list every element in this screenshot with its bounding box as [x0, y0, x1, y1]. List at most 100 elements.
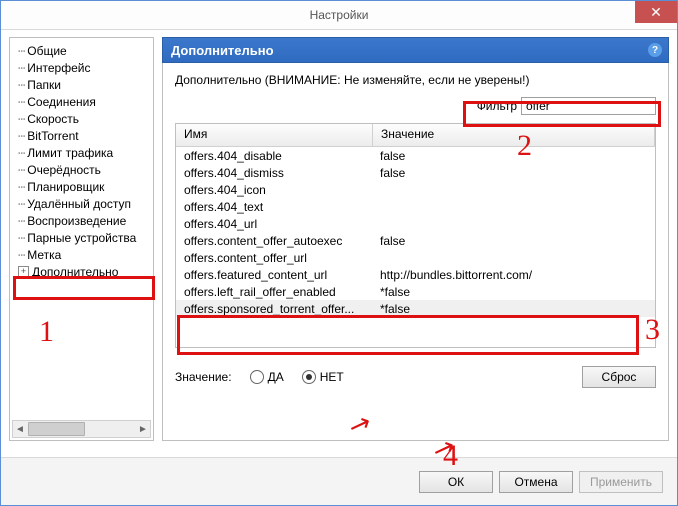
setting-name: offers.content_offer_autoexec	[176, 234, 372, 248]
table-row[interactable]: offers.404_icon	[176, 181, 655, 198]
filter-row: Фильтр	[175, 97, 656, 115]
setting-name: offers.sponsored_torrent_offer...	[176, 302, 372, 316]
value-no-label: НЕТ	[320, 370, 344, 384]
table-row[interactable]: offers.content_offer_url	[176, 249, 655, 266]
tree-connector-icon: ⋯	[18, 180, 25, 194]
tree-item-label: Воспроизведение	[27, 214, 126, 228]
column-value-header[interactable]: Значение	[373, 124, 655, 146]
value-yes-radio[interactable]: ДА	[250, 370, 284, 384]
tree-connector-icon: ⋯	[18, 163, 25, 177]
cancel-button[interactable]: Отмена	[499, 471, 573, 493]
value-no-radio[interactable]: НЕТ	[302, 370, 344, 384]
tree-item-label: Удалённый доступ	[27, 197, 131, 211]
tree-connector-icon: ⋯	[18, 61, 25, 75]
category-tree-panel: ⋯Общие⋯Интерфейс⋯Папки⋯Соединения⋯Скорос…	[9, 37, 154, 441]
tree-item-label: Метка	[27, 248, 61, 262]
tree-connector-icon: ⋯	[18, 248, 25, 262]
tree-item-label: Скорость	[27, 112, 79, 126]
value-editor-row: Значение: ДА НЕТ Сброс	[175, 366, 656, 388]
tree-item[interactable]: ⋯Интерфейс	[14, 59, 153, 76]
tree-connector-icon: ⋯	[18, 231, 25, 245]
value-label: Значение:	[175, 370, 232, 384]
tree-connector-icon: ⋯	[18, 95, 25, 109]
tree-item[interactable]: ⋯Воспроизведение	[14, 212, 153, 229]
table-row[interactable]: offers.sponsored_torrent_offer...*false	[176, 300, 655, 317]
ok-button[interactable]: ОК	[419, 471, 493, 493]
setting-name: offers.left_rail_offer_enabled	[176, 285, 372, 299]
table-row[interactable]: offers.404_disablefalse	[176, 147, 655, 164]
scroll-left-icon[interactable]: ◄	[13, 422, 27, 436]
filter-input[interactable]	[521, 97, 656, 115]
setting-name: offers.404_dismiss	[176, 166, 372, 180]
tree-connector-icon: ⋯	[18, 129, 25, 143]
tree-item-label: BitTorrent	[27, 129, 78, 143]
table-row[interactable]: offers.content_offer_autoexecfalse	[176, 232, 655, 249]
setting-value: *false	[372, 302, 655, 316]
tree-item-label: Очерёдность	[27, 163, 101, 177]
setting-value: false	[372, 166, 655, 180]
tree-item-label: Интерфейс	[27, 61, 90, 75]
scroll-right-icon[interactable]: ►	[136, 422, 150, 436]
setting-name: offers.featured_content_url	[176, 268, 372, 282]
table-row[interactable]: offers.404_dismissfalse	[176, 164, 655, 181]
tree-connector-icon: ⋯	[18, 146, 25, 160]
tree-item[interactable]: ⋯Папки	[14, 76, 153, 93]
tree-item-label: Лимит трафика	[27, 146, 113, 160]
tree-connector-icon: ⋯	[18, 44, 25, 58]
table-row[interactable]: offers.404_text	[176, 198, 655, 215]
setting-value: http://bundles.bittorrent.com/	[372, 268, 655, 282]
table-header: Имя Значение	[176, 124, 655, 147]
setting-name: offers.404_url	[176, 217, 372, 231]
tree-item[interactable]: ⋯Парные устройства	[14, 229, 153, 246]
setting-name: offers.404_icon	[176, 183, 372, 197]
close-icon: ✕	[650, 5, 662, 19]
expand-icon[interactable]: +	[18, 266, 29, 277]
table-row[interactable]: offers.featured_content_urlhttp://bundle…	[176, 266, 655, 283]
reset-button[interactable]: Сброс	[582, 366, 656, 388]
setting-name: offers.content_offer_url	[176, 251, 372, 265]
section-header: Дополнительно ?	[162, 37, 669, 63]
tree-item[interactable]: ⋯BitTorrent	[14, 127, 153, 144]
tree-item-label: Папки	[27, 78, 61, 92]
radio-icon	[302, 370, 316, 384]
titlebar: Настройки ✕	[1, 1, 677, 30]
table-row[interactable]: offers.404_url	[176, 215, 655, 232]
filter-label: Фильтр	[477, 99, 517, 113]
table-body: offers.404_disablefalseoffers.404_dismis…	[176, 147, 655, 317]
tree-item[interactable]: ⋯Удалённый доступ	[14, 195, 153, 212]
tree-item-label: Дополнительно	[32, 265, 118, 279]
column-name-header[interactable]: Имя	[176, 124, 373, 146]
tree-item-advanced[interactable]: +Дополнительно	[14, 263, 153, 280]
help-icon[interactable]: ?	[648, 43, 662, 57]
scroll-thumb[interactable]	[28, 422, 85, 436]
apply-button: Применить	[579, 471, 663, 493]
dialog-button-bar: ОК Отмена Применить	[1, 457, 677, 505]
tree-item-label: Соединения	[27, 95, 96, 109]
tree-item[interactable]: ⋯Очерёдность	[14, 161, 153, 178]
settings-window: Настройки ✕ ⋯Общие⋯Интерфейс⋯Папки⋯Соеди…	[0, 0, 678, 506]
radio-icon	[250, 370, 264, 384]
category-tree: ⋯Общие⋯Интерфейс⋯Папки⋯Соединения⋯Скорос…	[10, 38, 153, 280]
setting-name: offers.404_disable	[176, 149, 372, 163]
content-area: ⋯Общие⋯Интерфейс⋯Папки⋯Соединения⋯Скорос…	[1, 29, 677, 449]
setting-name: offers.404_text	[176, 200, 372, 214]
table-row[interactable]: offers.left_rail_offer_enabled*false	[176, 283, 655, 300]
tree-item-label: Парные устройства	[27, 231, 136, 245]
close-button[interactable]: ✕	[635, 1, 677, 23]
tree-connector-icon: ⋯	[18, 214, 25, 228]
section-title: Дополнительно	[171, 43, 274, 58]
window-title: Настройки	[310, 8, 369, 22]
tree-item[interactable]: ⋯Метка	[14, 246, 153, 263]
tree-connector-icon: ⋯	[18, 112, 25, 126]
tree-item[interactable]: ⋯Планировщик	[14, 178, 153, 195]
tree-item-label: Общие	[27, 44, 66, 58]
tree-item[interactable]: ⋯Лимит трафика	[14, 144, 153, 161]
tree-item-label: Планировщик	[27, 180, 104, 194]
tree-item[interactable]: ⋯Скорость	[14, 110, 153, 127]
tree-scrollbar-horizontal[interactable]: ◄ ►	[12, 420, 151, 438]
settings-table: Имя Значение offers.404_disablefalseoffe…	[175, 123, 656, 348]
setting-value: false	[372, 234, 655, 248]
setting-value: *false	[372, 285, 655, 299]
tree-item[interactable]: ⋯Общие	[14, 42, 153, 59]
tree-item[interactable]: ⋯Соединения	[14, 93, 153, 110]
